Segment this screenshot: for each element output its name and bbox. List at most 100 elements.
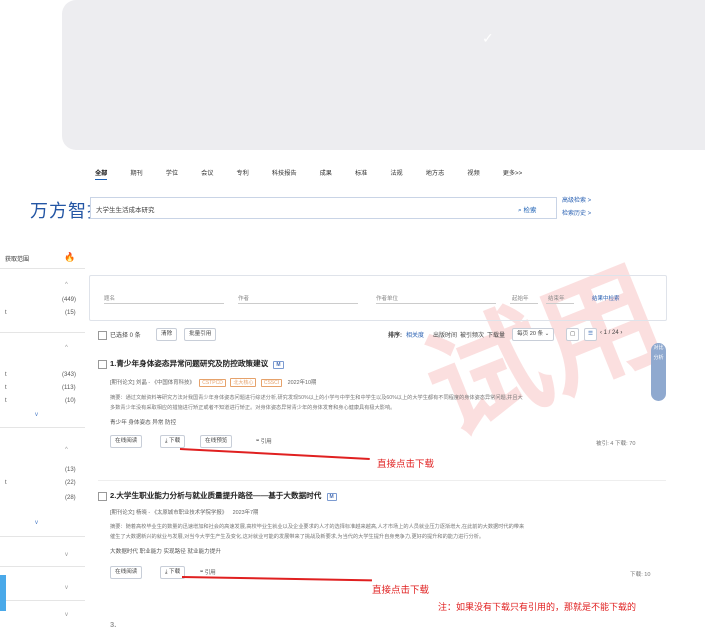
facet-letter: t [5,372,7,378]
author-filter-input[interactable] [238,303,358,304]
facet-count[interactable]: (113) [62,385,76,391]
affiliation-filter-input[interactable] [376,303,496,304]
chevron-up-icon[interactable]: ^ [65,447,68,453]
abstract-line: 摘要：随着高校毕业生的数量的迅速增加和社会的高速发展,高校毕业生就业以及企业要求… [110,524,525,530]
result-source[interactable]: [期刊论文] 刘晶 - 《中国体育科技》 [110,380,195,386]
online-read-button[interactable]: 在线阅读 [110,435,143,448]
cite-link[interactable]: ❝ 引用 [200,568,216,576]
detail-view-icon[interactable]: ☰ [584,328,598,341]
facet-count[interactable]: (343) [62,372,76,378]
result-keywords[interactable]: 大数据时代 职业能力 实现路径 就业能力提升 [110,547,221,555]
search-input[interactable] [90,197,557,219]
nav-local-chronicle[interactable]: 地方志 [426,168,445,180]
result-title-text: 青少年身体姿态异常问题研究及防控政策建议 [116,359,269,368]
download-button-label: 下载 [169,438,181,444]
pager: ‹ 1 / 24 › [600,330,623,336]
facet-count[interactable]: (449) [62,297,76,303]
facet-count[interactable]: (22) [65,480,76,486]
advanced-search-link[interactable]: 高级检索 > [562,195,591,208]
search-button-label: 检索 [523,207,537,214]
chevron-up-icon[interactable]: ^ [65,345,68,351]
sort-label: 排序: [388,333,402,339]
hot-icon: 🔥 [64,252,76,262]
start-year-input[interactable] [510,303,538,304]
result-stats: 被引: 4 下载: 70 [596,441,636,447]
chevron-down-icon[interactable]: v [35,412,38,418]
result-date: 2023年7期 [232,510,259,516]
abstract-line: 多数青少年没有采取相应的措施进行矫正或者不知道进行矫正。对身体姿态异常青少年的身… [110,405,396,411]
divider [98,480,666,481]
result-stats: 下载: 10 [630,572,651,578]
sort-date[interactable]: 出版时间 [433,330,457,339]
abstract-line: 摘要：通过文献资料等研究方法对我国青少年身体姿态问题进行综述分析,研究发现50%… [110,395,523,401]
search-in-result-link[interactable]: 结果中检索 [592,294,620,302]
sort-relevance[interactable]: 相关度 [406,330,424,339]
online-read-button[interactable]: 在线阅读 [110,566,143,579]
trial-watermark: 试用 [407,245,681,460]
batch-cite-button[interactable]: 批量引用 [184,328,217,341]
facet-count[interactable]: (15) [65,310,76,316]
search-links: 高级检索 > 检索历史 > [562,195,591,221]
start-year-label: 起始年 [512,296,529,302]
result-title[interactable]: 2.大学生职业能力分析与就业质量提升路径——基于大数据时代 M [110,490,337,501]
result-meta: [期刊论文] 刘晶 - 《中国体育科技》 CSTPCD 北大核心 CSSCI 2… [110,378,316,387]
search-history-link[interactable]: 检索历史 > [562,208,591,221]
nav-conference[interactable]: 会议 [201,168,213,180]
nav-tech-report[interactable]: 科技报告 [272,168,297,180]
page-size-select[interactable]: 每页 20 条 ⌄ [512,328,555,341]
chevron-down-icon[interactable]: v [65,585,68,591]
result-source[interactable]: [期刊论文] 杨晓 - 《太原城市职业技术学院学报》 [110,510,227,516]
result-meta: [期刊论文] 杨晓 - 《太原城市职业技术学院学报》 2023年7期 [110,508,258,516]
cite-link-label: 引用 [260,439,272,445]
sort-downloads[interactable]: 下载量 [487,330,505,339]
search-button[interactable]: ⌕ 检索 [518,204,536,215]
nav-patent[interactable]: 专利 [237,168,249,180]
facet-count[interactable]: (10) [65,398,76,404]
preview-button[interactable]: 在线预览 [200,435,233,448]
nav-all[interactable]: 全部 [95,168,108,180]
nav-law[interactable]: 法规 [390,168,402,180]
chevron-down-icon[interactable]: v [65,552,68,558]
list-view-icon[interactable]: ▢ [566,328,580,341]
facet-count[interactable]: (13) [65,467,76,473]
facet-letter: t [5,480,7,486]
annotation-arrow [179,448,370,460]
nav-degree[interactable]: 学位 [166,168,178,180]
nav-achievement[interactable]: 成果 [320,168,332,180]
result-title-text: 大学生职业能力分析与就业质量提升路径——基于大数据时代 [116,491,322,500]
result-title[interactable]: 1.青少年身体姿态异常问题研究及防控政策建议 M [110,358,284,369]
result-checkbox[interactable] [98,492,107,501]
nav-more[interactable]: 更多>> [503,168,523,180]
result-keywords[interactable]: 青少年 身体姿态 异常 防控 [110,418,176,426]
page-size-value: 每页 20 条 [517,331,544,337]
sidebar-header: 获取范围 [5,257,30,263]
divider [0,536,85,537]
end-year-input[interactable] [546,303,574,304]
search-query: 大学生生活成本研究 [96,207,155,214]
sort-citations[interactable]: 被引频次 [460,330,484,339]
selected-count: 已选择 0 条 [110,333,141,339]
title-filter-input[interactable] [104,303,224,304]
annotation-note: 注：如果没有下载只有引用的，那就是不能下载的 [438,602,637,612]
annotation-text: 直接点击下载 [372,585,430,596]
clear-button[interactable]: 清除 [156,328,178,341]
divider [0,427,85,428]
nav-video[interactable]: 视频 [467,168,479,180]
select-all-checkbox[interactable] [98,331,107,340]
facet-letter: t [5,310,7,316]
check-icon: ✓ [482,30,494,46]
index-tag: 北大核心 [230,378,257,387]
chevron-down-icon[interactable]: v [35,520,38,526]
nav-journal[interactable]: 期刊 [130,168,142,180]
facet-count[interactable]: (28) [65,495,76,501]
chevron-up-icon[interactable]: ^ [65,282,68,288]
chevron-down-icon[interactable]: v [65,612,68,618]
cite-link[interactable]: ❝ 引用 [256,437,272,445]
full-text-badge: M [326,493,337,501]
divider [0,566,85,567]
download-button[interactable]: ⤓ 下载 [160,435,186,448]
result-abstract: 摘要：通过文献资料等研究方法对我国青少年身体姿态问题进行综述分析,研究发现50%… [110,393,675,413]
sidebar-tab[interactable] [0,575,6,611]
result-checkbox[interactable] [98,360,107,369]
nav-standard[interactable]: 标准 [355,168,367,180]
